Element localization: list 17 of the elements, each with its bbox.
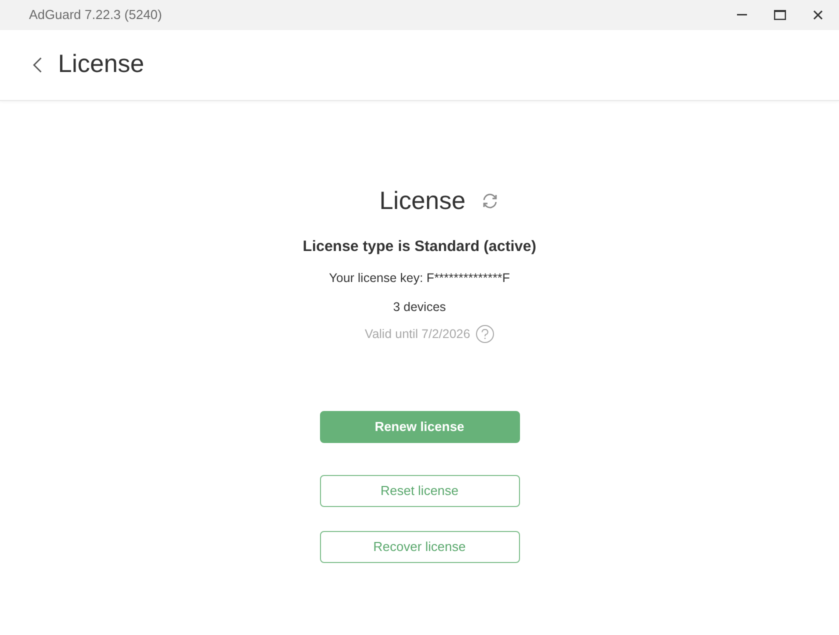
- device-count: 3 devices: [393, 299, 446, 316]
- license-key: Your license key: F**************F: [329, 268, 510, 288]
- license-heading: License: [379, 186, 466, 217]
- back-chevron-icon: [32, 57, 42, 73]
- question-mark-icon: [481, 328, 490, 340]
- maximize-icon: [774, 10, 786, 20]
- valid-until: Valid until 7/2/2026: [364, 326, 470, 343]
- outline-button[interactable]: Reset license: [320, 474, 520, 507]
- help-button[interactable]: [476, 325, 494, 344]
- primary-button[interactable]: Renew license: [320, 410, 520, 443]
- refresh-icon: [480, 192, 499, 210]
- license-type: License type is Standard (active): [302, 237, 536, 257]
- close-icon: [813, 10, 823, 20]
- page-title: License: [58, 49, 144, 80]
- outline-button[interactable]: Recover license: [320, 530, 520, 563]
- window-title: AdGuard 7.22.3 (5240): [29, 6, 162, 24]
- minimize-icon: [737, 14, 747, 16]
